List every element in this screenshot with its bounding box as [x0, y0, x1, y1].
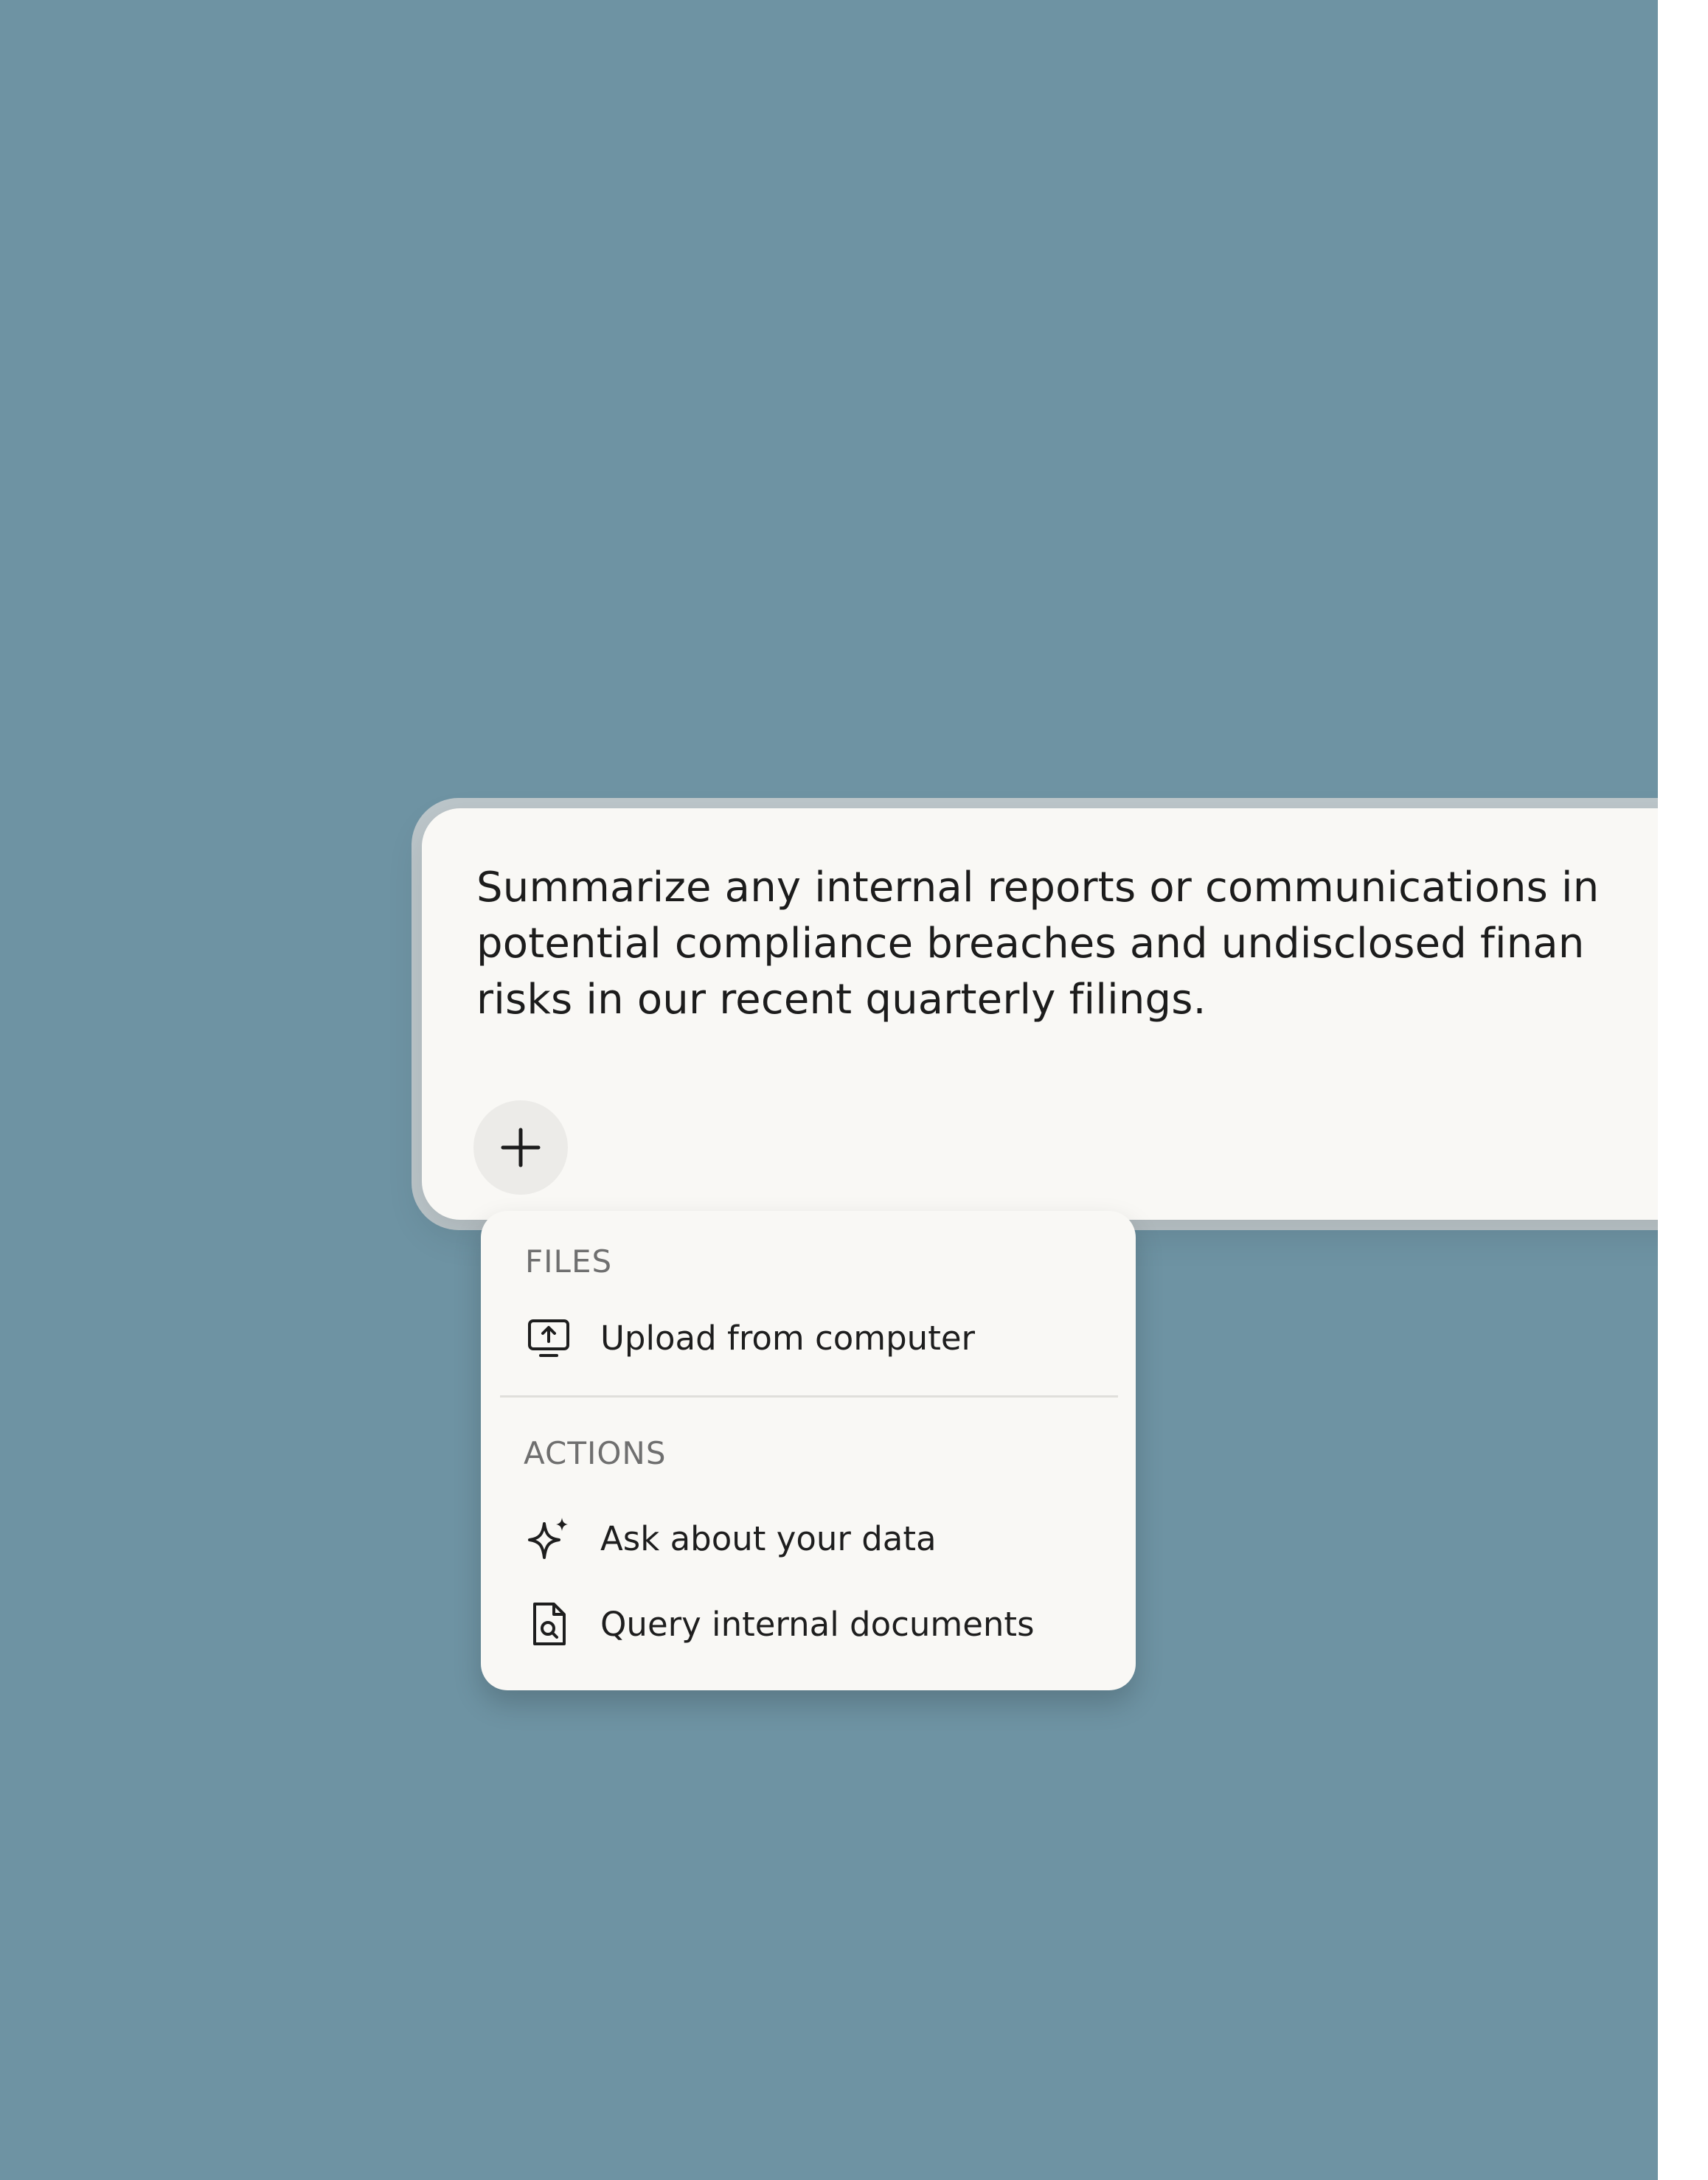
attach-dropdown-menu: FILES Upload from computer ACTIONS Ask a… [481, 1211, 1136, 1690]
sparkle-icon [525, 1515, 572, 1562]
menu-item-query-internal-documents[interactable]: Query internal documents [525, 1594, 1035, 1653]
ask-label: Ask about your data [600, 1518, 937, 1558]
plus-icon [501, 1128, 541, 1167]
query-label: Query internal documents [600, 1604, 1035, 1644]
menu-item-ask-about-your-data[interactable]: Ask about your data [525, 1509, 937, 1568]
files-section-label: FILES [525, 1243, 613, 1280]
prompt-textarea[interactable]: Summarize any internal reports or commun… [476, 860, 1658, 1028]
page-right-margin [1658, 0, 1708, 2180]
actions-section-label: ACTIONS [524, 1435, 667, 1471]
upload-label: Upload from computer [600, 1318, 976, 1358]
menu-divider [500, 1395, 1118, 1398]
monitor-upload-icon [525, 1314, 572, 1361]
menu-item-upload-from-computer[interactable]: Upload from computer [525, 1308, 975, 1367]
document-search-icon [525, 1600, 572, 1648]
background-canvas: Summarize any internal reports or commun… [0, 0, 1658, 2180]
chat-composer[interactable]: Summarize any internal reports or commun… [422, 808, 1658, 1220]
attach-plus-button[interactable] [473, 1100, 568, 1195]
